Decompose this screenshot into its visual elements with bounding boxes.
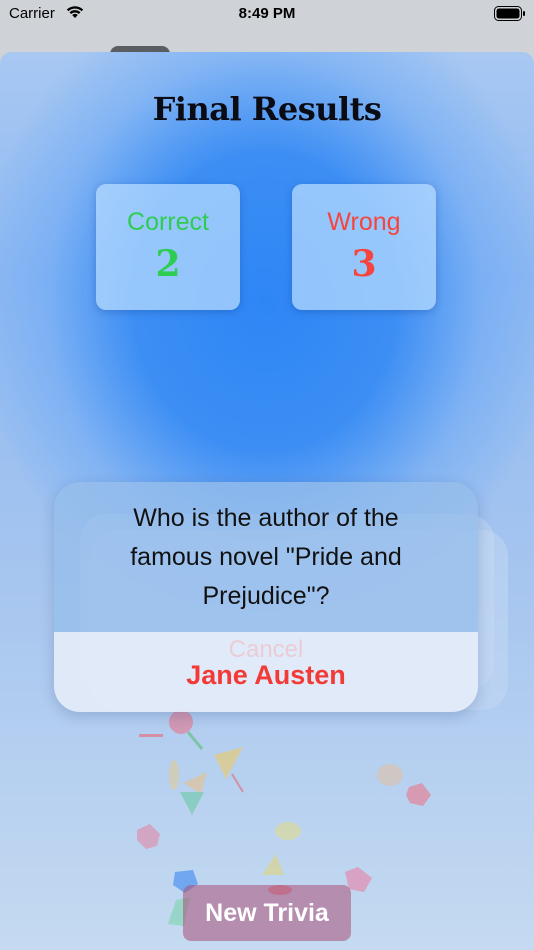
question-text: Who is the author of the famous novel "P… [54,482,478,632]
confetti-piece [186,731,204,750]
results-sheet: Final Results Correct 2 Wrong 3 Who is t… [0,52,534,950]
confetti-piece [139,734,163,737]
answer-label: Jane Austen [186,660,346,690]
confetti-piece [262,854,284,875]
confetti-piece [169,760,179,790]
confetti-piece [183,772,207,794]
confetti-piece [377,764,403,786]
confetti-piece [231,773,244,793]
confetti-piece [180,792,204,815]
confetti-piece [406,783,431,806]
confetti-piece [169,710,193,734]
confetti-piece [137,824,160,849]
answer-button[interactable]: Cancel Jane Austen [54,632,478,712]
question-card: Who is the author of the famous novel "P… [54,482,478,712]
confetti-piece [275,822,301,840]
status-bar: Carrier 8:49 PM [0,0,534,30]
status-time: 8:49 PM [238,5,296,22]
new-trivia-button[interactable]: New Trivia [183,885,351,941]
confetti-piece [214,747,243,779]
battery-icon [494,6,526,25]
